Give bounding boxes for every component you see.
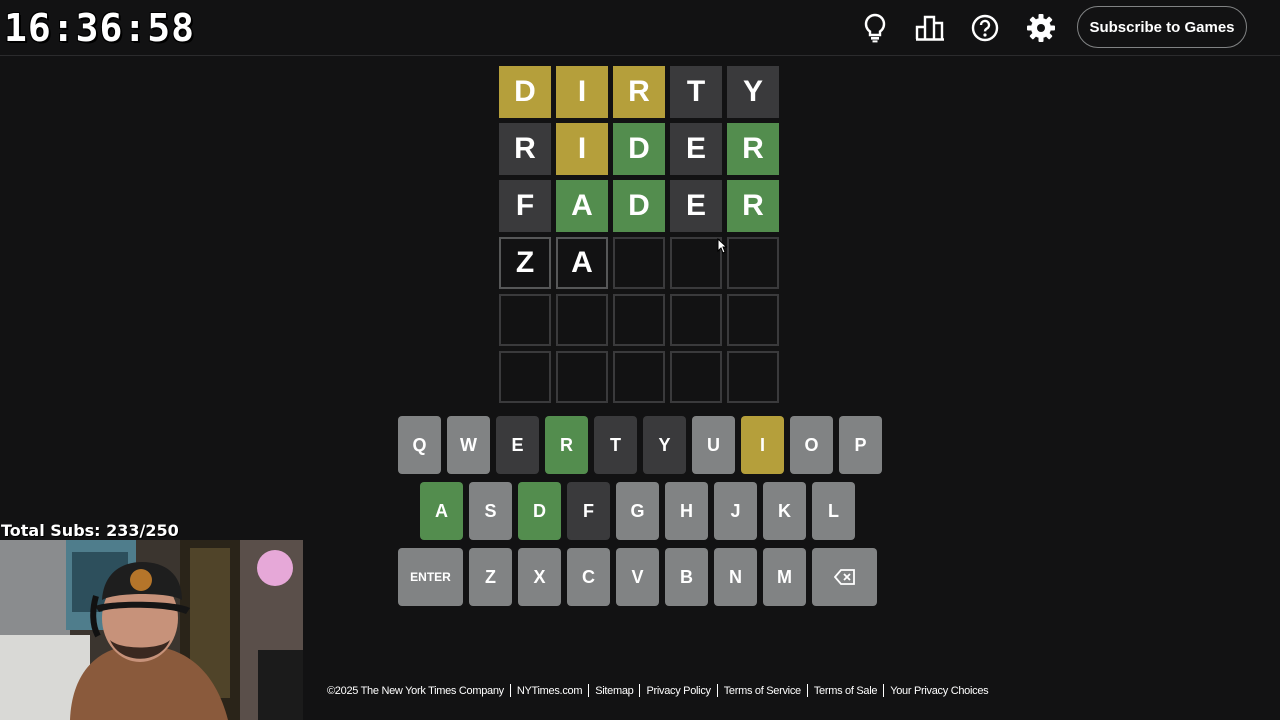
lightbulb-icon xyxy=(864,13,886,43)
board-tile xyxy=(727,294,779,346)
key-g[interactable]: G xyxy=(616,482,659,540)
key-e[interactable]: E xyxy=(496,416,539,474)
key-p[interactable]: P xyxy=(839,416,882,474)
hint-button[interactable] xyxy=(859,12,891,44)
stream-clock: 16:36:58 xyxy=(4,6,196,50)
key-z[interactable]: Z xyxy=(469,548,512,606)
board-tile: Y xyxy=(727,66,779,118)
board-tile xyxy=(727,237,779,289)
board-tile xyxy=(556,351,608,403)
settings-button[interactable] xyxy=(1025,12,1057,44)
board-tile: R xyxy=(613,66,665,118)
key-y[interactable]: Y xyxy=(643,416,686,474)
board-tile: D xyxy=(613,180,665,232)
board-tile: A xyxy=(556,237,608,289)
footer-link[interactable]: Privacy Policy xyxy=(646,685,711,697)
board-tile xyxy=(670,237,722,289)
key-c[interactable]: C xyxy=(567,548,610,606)
backspace-key[interactable] xyxy=(812,548,877,606)
board-tile: T xyxy=(670,66,722,118)
key-n[interactable]: N xyxy=(714,548,757,606)
footer-link[interactable]: ©2025 The New York Times Company xyxy=(327,685,504,697)
stats-button[interactable] xyxy=(914,12,946,44)
mouse-cursor-icon xyxy=(717,237,728,259)
board-tile: E xyxy=(670,180,722,232)
enter-key[interactable]: ENTER xyxy=(398,548,463,606)
footer-separator xyxy=(716,684,718,697)
keyboard-row: QWERTYUIOP xyxy=(398,416,882,474)
on-screen-keyboard: Q W E R T Y U I O P A S D F G H J K L ENTER Z X C V B N M xyxy=(398,416,882,614)
key-k[interactable]: K xyxy=(763,482,806,540)
key-f[interactable]: F xyxy=(567,482,610,540)
footer-link[interactable]: Sitemap xyxy=(595,685,634,697)
key-q[interactable]: Q xyxy=(398,416,441,474)
key-t[interactable]: T xyxy=(594,416,637,474)
subs-counter: Total Subs: 233/250 xyxy=(1,521,179,540)
board-row xyxy=(499,294,781,346)
board-tile xyxy=(613,294,665,346)
key-b[interactable]: B xyxy=(665,548,708,606)
backspace-icon xyxy=(833,569,855,585)
footer-link[interactable]: Your Privacy Choices xyxy=(890,685,988,697)
help-button[interactable] xyxy=(969,12,1001,44)
board-tile: D xyxy=(613,123,665,175)
key-a[interactable]: A xyxy=(420,482,463,540)
board-tile: D xyxy=(499,66,551,118)
board-row: DIRTY xyxy=(499,66,781,118)
keyboard-row: ENTER Z X C V B N M xyxy=(398,548,882,606)
board-row: RIDER xyxy=(499,123,781,175)
subscribe-button[interactable]: Subscribe to Games xyxy=(1077,6,1247,48)
footer-separator xyxy=(588,684,590,697)
footer-separator xyxy=(883,684,885,697)
footer-links: ©2025 The New York Times Company NYTimes.… xyxy=(327,684,989,697)
key-w[interactable]: W xyxy=(447,416,490,474)
key-d[interactable]: D xyxy=(518,482,561,540)
key-i[interactable]: I xyxy=(741,416,784,474)
board-tile xyxy=(727,351,779,403)
board-row: FADER xyxy=(499,180,781,232)
key-l[interactable]: L xyxy=(812,482,855,540)
board-tile: A xyxy=(556,180,608,232)
footer-separator xyxy=(639,684,641,697)
key-h[interactable]: H xyxy=(665,482,708,540)
footer-separator xyxy=(509,684,511,697)
help-circle-icon xyxy=(971,14,999,42)
top-bar: 16:36:58 Subscribe to Games xyxy=(0,0,1280,56)
key-v[interactable]: V xyxy=(616,548,659,606)
board-tile xyxy=(613,237,665,289)
board-tile xyxy=(613,351,665,403)
key-j[interactable]: J xyxy=(714,482,757,540)
board-tile: R xyxy=(727,123,779,175)
footer-link[interactable]: NYTimes.com xyxy=(517,685,583,697)
key-o[interactable]: O xyxy=(790,416,833,474)
webcam-overlay xyxy=(0,540,303,720)
board-tile xyxy=(499,294,551,346)
board-row: ZA xyxy=(499,237,781,289)
footer-link[interactable]: Terms of Sale xyxy=(814,685,878,697)
key-x[interactable]: X xyxy=(518,548,561,606)
webcam-feed xyxy=(0,540,303,720)
board-tile: Z xyxy=(499,237,551,289)
bar-chart-icon xyxy=(915,15,944,41)
board-tile: E xyxy=(670,123,722,175)
key-s[interactable]: S xyxy=(469,482,512,540)
board-tile xyxy=(499,351,551,403)
game-board: DIRTYRIDERFADERZA xyxy=(499,66,781,408)
board-tile xyxy=(556,294,608,346)
footer-separator xyxy=(806,684,808,697)
footer-link[interactable]: Terms of Service xyxy=(724,685,801,697)
board-tile: I xyxy=(556,66,608,118)
key-r[interactable]: R xyxy=(545,416,588,474)
gear-icon xyxy=(1027,14,1055,42)
board-tile: F xyxy=(499,180,551,232)
key-u[interactable]: U xyxy=(692,416,735,474)
board-row xyxy=(499,351,781,403)
board-tile xyxy=(670,294,722,346)
board-tile: R xyxy=(727,180,779,232)
board-tile: R xyxy=(499,123,551,175)
key-m[interactable]: M xyxy=(763,548,806,606)
keyboard-row: ASDFGHJKL xyxy=(398,482,882,540)
board-tile xyxy=(670,351,722,403)
board-tile: I xyxy=(556,123,608,175)
